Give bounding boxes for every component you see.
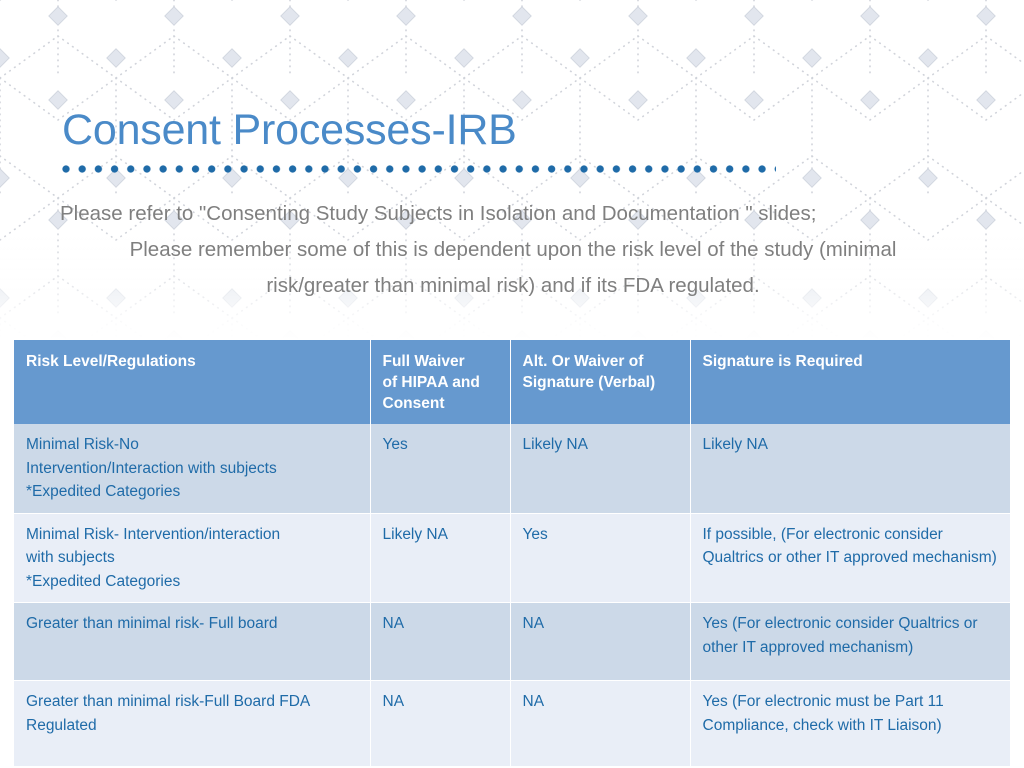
cell-full-waiver: Likely NA xyxy=(370,513,511,603)
cell-alt-waiver: NA xyxy=(510,680,691,767)
cell-risk-level: Greater than minimal risk- Full board xyxy=(14,602,371,681)
risk-level-regulations-table: Risk Level/Regulations Full Waiver of HI… xyxy=(14,340,1010,767)
slide-content: Consent Processes-IRB Please refer to "C… xyxy=(0,0,1024,768)
cell-signature: Likely NA xyxy=(690,424,1010,514)
body-line-2: Please remember some of this is dependen… xyxy=(129,238,897,261)
body-text-block: Please refer to "Consenting Study Subjec… xyxy=(60,196,966,304)
cell-full-waiver: NA xyxy=(370,602,511,681)
cell-signature: Yes (For electronic consider Qualtrics o… xyxy=(690,602,1010,681)
cell-risk-level: Minimal Risk- Intervention/interaction w… xyxy=(14,513,371,603)
body-line-3: risk/greater than minimal risk) and if i… xyxy=(266,274,760,297)
cell-alt-waiver: Likely NA xyxy=(510,424,691,514)
table-row: Minimal Risk-No Intervention/Interaction… xyxy=(14,424,1010,514)
body-line-1: Please refer to "Consenting Study Subjec… xyxy=(60,202,817,225)
column-header-signature-required: Signature is Required xyxy=(690,340,1010,424)
table-row: Minimal Risk- Intervention/interaction w… xyxy=(14,513,1010,603)
cell-signature: If possible, (For electronic consider Qu… xyxy=(690,513,1010,603)
title-dotted-underline xyxy=(62,165,776,174)
table-row: Greater than minimal risk- Full board NA… xyxy=(14,602,1010,681)
table-body: Minimal Risk-No Intervention/Interaction… xyxy=(14,424,1010,767)
cell-signature: Yes (For electronic must be Part 11 Comp… xyxy=(690,680,1010,767)
page-title: Consent Processes-IRB xyxy=(62,106,517,154)
cell-risk-level: Greater than minimal risk-Full Board FDA… xyxy=(14,680,371,767)
cell-risk-level: Minimal Risk-No Intervention/Interaction… xyxy=(14,424,371,514)
column-header-full-waiver: Full Waiver of HIPAA and Consent xyxy=(370,340,511,424)
cell-full-waiver: Yes xyxy=(370,424,511,514)
cell-alt-waiver: Yes xyxy=(510,513,691,603)
column-header-alt-waiver-signature: Alt. Or Waiver of Signature (Verbal) xyxy=(510,340,691,424)
cell-alt-waiver: NA xyxy=(510,602,691,681)
table-header-row: Risk Level/Regulations Full Waiver of HI… xyxy=(14,340,1010,424)
table-row: Greater than minimal risk-Full Board FDA… xyxy=(14,680,1010,767)
column-header-risk-level: Risk Level/Regulations xyxy=(14,340,371,424)
title-block: Consent Processes-IRB xyxy=(62,106,962,174)
cell-full-waiver: NA xyxy=(370,680,511,767)
table-header: Risk Level/Regulations Full Waiver of HI… xyxy=(14,340,1010,424)
